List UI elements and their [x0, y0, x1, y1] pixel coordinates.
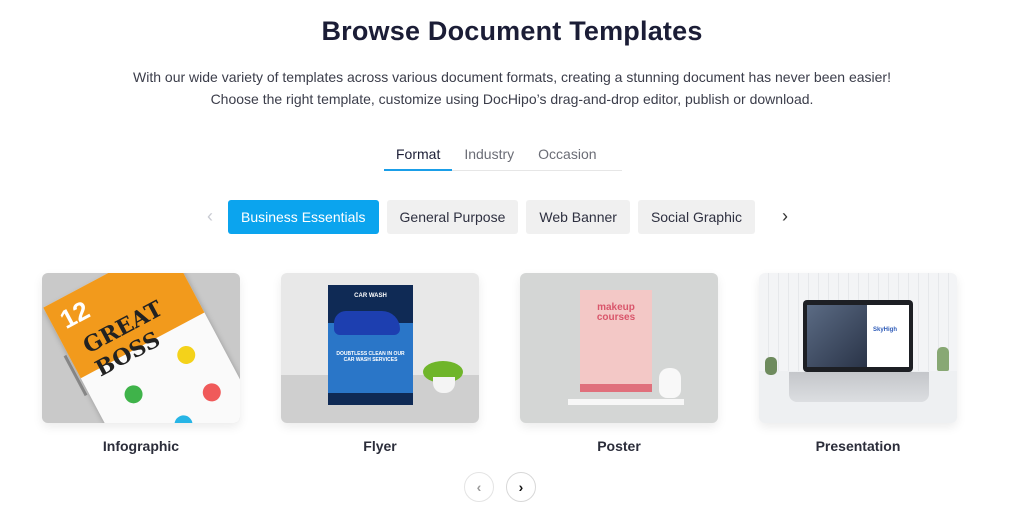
poster-footer	[580, 384, 652, 392]
poster-sheet: makeup courses	[580, 290, 652, 392]
yellow-badge-icon	[174, 342, 199, 368]
chevron-left-icon: ‹	[476, 479, 482, 495]
page-subtitle: With our wide variety of templates acros…	[133, 69, 891, 107]
carousel-pager: ‹ ›	[464, 472, 536, 502]
card-label[interactable]: Poster	[520, 438, 718, 454]
carousel-prev-button[interactable]: ‹	[464, 472, 494, 502]
laptop-screen: SkyHigh	[803, 300, 913, 372]
slide-brand: SkyHigh	[873, 327, 898, 333]
card-label[interactable]: Infographic	[42, 438, 240, 454]
slide-panel: SkyHigh	[867, 305, 909, 367]
green-badge-icon	[121, 382, 146, 407]
car-image	[334, 311, 400, 335]
laptop-base	[789, 372, 929, 402]
template-card-infographic[interactable]: 12 GREAT BOSS Infographic	[42, 273, 240, 454]
flyer-thumbnail[interactable]: CAR WASH DOUBTLESS CLEAN IN OUR CAR WASH…	[281, 273, 479, 423]
chip-social-graphic[interactable]: Social Graphic	[637, 199, 755, 234]
carousel-next-button[interactable]: ›	[506, 472, 536, 502]
tab-industry[interactable]: Industry	[452, 143, 526, 170]
template-card-flyer[interactable]: CAR WASH DOUBTLESS CLEAN IN OUR CAR WASH…	[281, 273, 479, 454]
chip-business-essentials[interactable]: Business Essentials	[228, 199, 379, 234]
pot-image	[433, 377, 455, 393]
cactus-image	[765, 357, 777, 375]
chevron-right-icon: ›	[518, 479, 524, 495]
page-title: Browse Document Templates	[321, 16, 703, 46]
template-cards: 12 GREAT BOSS Infographic CAR WASH DOUBT…	[42, 273, 1002, 463]
tab-format[interactable]: Format	[384, 143, 453, 171]
infographic-thumbnail[interactable]: 12 GREAT BOSS	[42, 273, 240, 423]
template-card-poster[interactable]: makeup courses Poster	[520, 273, 718, 454]
blue-badge-icon	[171, 412, 196, 423]
vase-image	[659, 368, 681, 398]
infographic-sheet: 12 GREAT BOSS	[43, 273, 240, 423]
category-tabs: Format Industry Occasion	[384, 143, 622, 171]
chip-web-banner[interactable]: Web Banner	[526, 199, 630, 234]
succulent-image	[937, 347, 949, 371]
red-badge-icon	[199, 380, 224, 405]
presentation-thumbnail[interactable]: SkyHigh	[759, 273, 957, 423]
shelf-image	[568, 399, 684, 405]
chevron-right-icon[interactable]: ›	[775, 199, 795, 234]
flyer-headline: CAR WASH	[354, 293, 387, 299]
poster-headline: makeup courses	[596, 302, 636, 323]
template-card-presentation[interactable]: SkyHigh Presentation	[759, 273, 957, 454]
building-image	[807, 305, 867, 367]
flyer-poster: CAR WASH DOUBTLESS CLEAN IN OUR CAR WASH…	[328, 285, 413, 405]
poster-thumbnail[interactable]: makeup courses	[520, 273, 718, 423]
flyer-tagline: DOUBTLESS CLEAN IN OUR CAR WASH SERVICES	[336, 351, 405, 363]
chevron-left-icon[interactable]: ‹	[200, 199, 220, 234]
chip-general-purpose[interactable]: General Purpose	[386, 199, 519, 234]
tab-occasion[interactable]: Occasion	[526, 143, 608, 170]
format-chip-bar: ‹ Business Essentials General Purpose We…	[200, 199, 795, 234]
card-label[interactable]: Flyer	[281, 438, 479, 454]
card-label[interactable]: Presentation	[759, 438, 957, 454]
